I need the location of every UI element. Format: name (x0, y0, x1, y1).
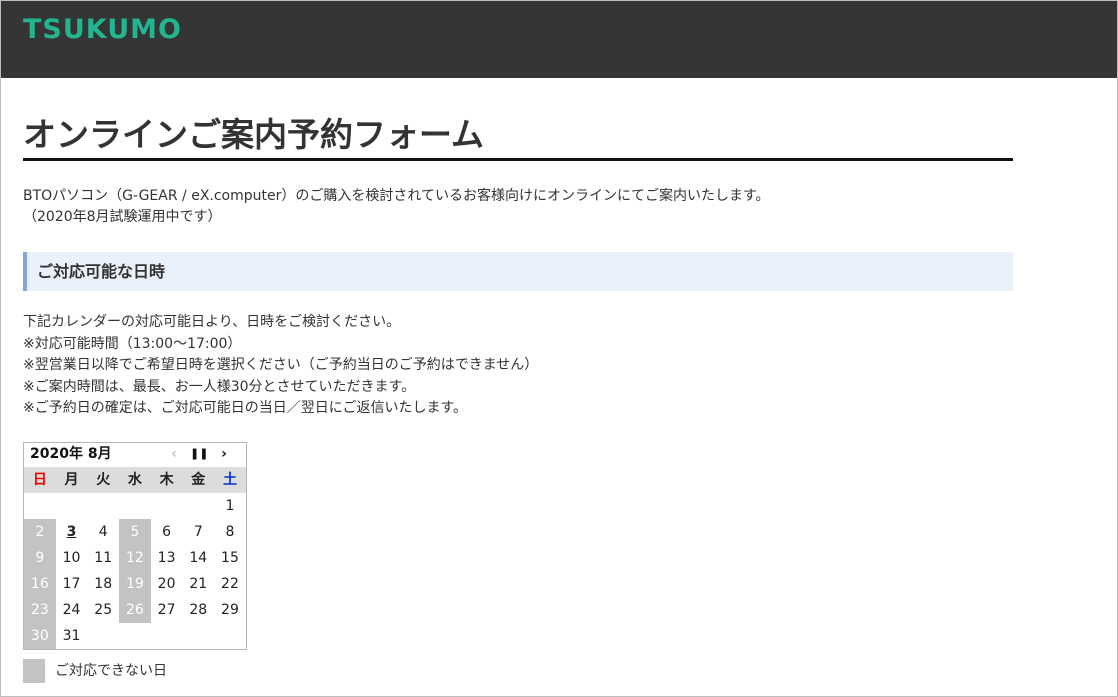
page-title: オンラインご案内予約フォーム (23, 115, 485, 154)
calendar-day[interactable]: 7 (182, 519, 214, 545)
calendar-day[interactable]: 25 (87, 597, 119, 623)
calendar-day-unavailable: 23 (24, 597, 56, 623)
note-line: 下記カレンダーの対応可能日より、日時をご検討ください。 (23, 314, 401, 330)
calendar-empty-cell (24, 493, 56, 519)
calendar-week-row: 1 (24, 493, 246, 519)
legend-label: ご対応できない日 (55, 663, 167, 679)
calendar-day[interactable]: 8 (214, 519, 246, 545)
intro-line: BTOパソコン（G-GEAR / eX.computer）のご購入を検討されてい… (23, 188, 770, 204)
weekday-header-row: 日 月 火水 木 金土 (24, 467, 246, 493)
calendar-grid: 日月火水木金土 1 2 3 4 5 6 7 8 9 10 11 12 13 14 15 16 17 18 19 20 21… (24, 467, 246, 649)
section-heading-available-dates: ご対応可能な日時 (23, 252, 1013, 291)
calendar-empty-cell (87, 623, 119, 649)
calendar-month-title: 2020年 8月 (30, 446, 112, 462)
legend-unavailable-swatch (23, 659, 45, 683)
calendar-day-unavailable: 9 (24, 545, 56, 571)
calendar-day[interactable]: 11 (87, 545, 119, 571)
note-line: ※ご案内時間は、最長、お一人様30分とさせていただきます。 (23, 378, 416, 395)
note-line: ※翌営業日以降でご希望日時を選択ください（ご予約当日のご予約はできません） (23, 357, 539, 373)
calendar-empty-cell (214, 623, 246, 649)
calendar-empty-cell (151, 623, 183, 649)
calendar-empty-cell (87, 493, 119, 519)
calendar-week-row: 16 17 18 19 20 21 22 (24, 571, 246, 597)
prev-month-icon[interactable]: ‹ (165, 443, 183, 465)
weekday-label: 水 (127, 472, 142, 488)
calendar-day[interactable]: 10 (56, 545, 88, 571)
intro-text: BTOパソコン（G-GEAR / eX.computer）のご購入を検討されてい… (23, 186, 770, 228)
calendar-week-row: 30 31 (24, 623, 246, 649)
calendar-week-row: 9 10 11 12 13 14 15 (24, 545, 246, 571)
calendar-day[interactable]: 27 (151, 597, 183, 623)
section-heading-label: ご対応可能な日時 (37, 262, 166, 281)
calendar-day-unavailable: 19 (119, 571, 151, 597)
calendar-empty-cell (151, 493, 183, 519)
calendar-empty-cell (119, 493, 151, 519)
calendar-day[interactable]: 6 (151, 519, 183, 545)
calendar-day[interactable]: 15 (214, 545, 246, 571)
calendar-empty-cell (182, 623, 214, 649)
calendar-day[interactable]: 28 (182, 597, 214, 623)
calendar-day-unavailable: 2 (24, 519, 56, 545)
intro-line: （2020年8月試験運用中です） (23, 209, 222, 225)
calendar-week-row: 2345678 (24, 519, 246, 545)
calendar-day[interactable]: 13 (151, 545, 183, 571)
calendar-day[interactable]: 21 (182, 571, 214, 597)
weekday-label: 月 (64, 472, 79, 488)
calendar-day[interactable]: 3 (56, 519, 88, 545)
weekday-label: 金 (191, 472, 206, 488)
calendar-day[interactable]: 31 (56, 623, 88, 649)
weekday-label: 木 (159, 472, 174, 488)
pause-icon[interactable]: ❚❚ (190, 443, 208, 465)
notes-list: 下記カレンダーの対応可能日より、日時をご検討ください。 ※対応可能時間（13:0… (23, 312, 538, 420)
calendar-day[interactable]: 24 (56, 597, 88, 623)
calendar-week-row: 23 24 25 26 27 28 29 (24, 597, 246, 623)
calendar-day[interactable]: 17 (56, 571, 88, 597)
calendar-day[interactable]: 22 (214, 571, 246, 597)
weekday-label: 土 (222, 472, 237, 488)
note-line: ※対応可能時間（13:00〜17:00） (23, 335, 242, 352)
site-header: TSUKUMO (1, 1, 1117, 78)
calendar-empty-cell (182, 493, 214, 519)
calendar-day-unavailable: 16 (24, 571, 56, 597)
calendar-empty-cell (56, 493, 88, 519)
note-line: ※ご予約日の確定は、ご対応可能日の当日／翌日にご返信いたします。 (23, 400, 468, 416)
tsukumo-logo[interactable]: TSUKUMO (23, 14, 182, 45)
weekday-label: 日 (32, 472, 47, 488)
calendar-day-unavailable: 12 (119, 545, 151, 571)
calendar-header: 2020年 8月 ‹ ❚❚ › (24, 443, 246, 467)
calendar-day-unavailable: 26 (119, 597, 151, 623)
calendar-day[interactable]: 18 (87, 571, 119, 597)
calendar-day[interactable]: 29 (214, 597, 246, 623)
calendar-day[interactable]: 4 (87, 519, 119, 545)
calendar-day-unavailable: 30 (24, 623, 56, 649)
calendar-day[interactable]: 20 (151, 571, 183, 597)
title-divider (23, 158, 1013, 161)
weekday-label: 火 (96, 472, 111, 488)
next-month-icon[interactable]: › (215, 443, 233, 465)
calendar-day[interactable]: 14 (182, 545, 214, 571)
calendar-day[interactable]: 1 (214, 493, 246, 519)
calendar-empty-cell (119, 623, 151, 649)
availability-calendar: 2020年 8月 ‹ ❚❚ › 日月火水木金土 1 2 3 4 5 6 7 8 9 10 11 12 13… (23, 442, 247, 650)
calendar-day-unavailable: 5 (119, 519, 151, 545)
